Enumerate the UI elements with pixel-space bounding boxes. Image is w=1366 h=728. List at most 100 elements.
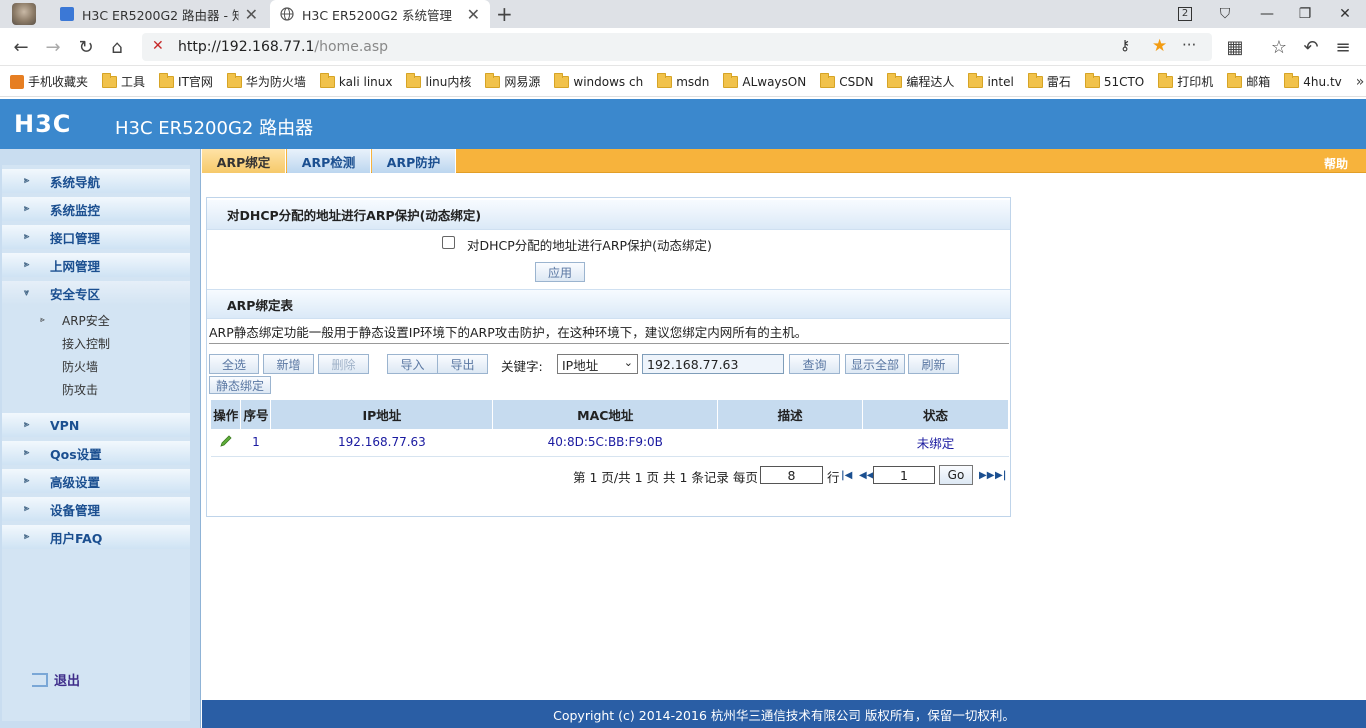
close-window-icon[interactable]: ✕	[1330, 0, 1360, 28]
per-page-input[interactable]: 8	[760, 466, 823, 484]
page-input[interactable]: 1	[873, 466, 935, 484]
shirt-icon[interactable]: ⛉	[1210, 0, 1240, 28]
star-icon[interactable]: ★	[1152, 36, 1167, 56]
bookmark-item[interactable]: 4hu.tv	[1284, 72, 1342, 89]
arrow-icon: ⪢	[24, 232, 30, 242]
bookmark-item[interactable]: kali linux	[319, 72, 392, 89]
arrow-icon: ⪢	[24, 532, 30, 542]
table-header-row: 操作 序号 IP地址 MAC地址 描述 状态	[211, 400, 1009, 429]
bookmark-item[interactable]: msdn	[657, 72, 710, 89]
logout-button[interactable]: 退出	[32, 670, 80, 689]
browser-tab-2[interactable]: H3C ER5200G2 系统管理 ✕	[270, 0, 490, 28]
reload-icon[interactable]: ↻	[73, 34, 99, 60]
folder-icon	[1227, 72, 1243, 88]
bookmark-item[interactable]: intel	[968, 72, 1014, 89]
bookmark-item[interactable]: IT官网	[159, 72, 213, 90]
forward-icon[interactable]: →	[40, 34, 66, 60]
bookmark-label: msdn	[676, 74, 710, 89]
favorites-icon[interactable]: ☆	[1266, 34, 1292, 60]
browser-tab-1[interactable]: H3C ER5200G2 路由器 - 知 ✕	[50, 0, 268, 28]
close-icon[interactable]: ✕	[467, 5, 480, 24]
undo-icon[interactable]: ↶	[1298, 34, 1324, 60]
bookmark-item[interactable]: 网易源	[485, 72, 540, 90]
sidebar-item-device[interactable]: ⪢ 设备管理	[2, 497, 190, 521]
static-bind-button[interactable]: 静态绑定	[209, 376, 271, 394]
bookmark-item[interactable]: 打印机	[1158, 72, 1213, 90]
export-button[interactable]: 导出	[437, 354, 488, 374]
sidebar-item-qos[interactable]: ⪢ Qos设置	[2, 441, 190, 465]
sidebar-item-monitor[interactable]: ⪢ 系统监控	[2, 197, 190, 221]
desc-cell	[717, 429, 863, 457]
tab-arp-bind[interactable]: ARP绑定	[202, 149, 286, 173]
sidebar-item-security[interactable]: ⩔ 安全专区	[2, 281, 190, 305]
last-page-icon[interactable]: ▶|	[995, 470, 1006, 481]
bookmark-item[interactable]: 手机收藏夹	[10, 73, 88, 90]
refresh-button[interactable]: 刷新	[908, 354, 959, 374]
tab-count-icon[interactable]: 2	[1170, 0, 1200, 28]
sidebar-item-vpn[interactable]: ⪢ VPN	[2, 413, 190, 437]
sidebar-item-advanced[interactable]: ⪢ 高级设置	[2, 469, 190, 493]
tab-arp-detect[interactable]: ARP检测	[287, 149, 371, 173]
keyword-select[interactable]: IP地址 ⌄	[557, 354, 638, 374]
back-icon[interactable]: ←	[8, 34, 34, 60]
sidebar-item-interface[interactable]: ⪢ 接口管理	[2, 225, 190, 249]
more-icon[interactable]: ···	[1182, 36, 1196, 54]
keyword-input[interactable]: 192.168.77.63	[642, 354, 784, 374]
sidebar-item-label: Qos设置	[50, 446, 102, 462]
home-icon[interactable]: ⌂	[104, 34, 130, 60]
bookmark-item[interactable]: windows ch	[554, 72, 643, 89]
profile-avatar[interactable]	[12, 3, 36, 25]
col-header: 序号	[240, 400, 272, 429]
query-button[interactable]: 查询	[789, 354, 840, 374]
bookmark-item[interactable]: 编程达人	[887, 72, 954, 90]
apply-button[interactable]: 应用	[535, 262, 585, 282]
help-link[interactable]: 帮助	[1324, 155, 1348, 172]
bookmark-item[interactable]: 华为防火墙	[226, 72, 306, 90]
bookmark-item[interactable]: ALwaysON	[723, 72, 806, 89]
sidebar-item-internet[interactable]: ⪢ 上网管理	[2, 253, 190, 277]
address-bar[interactable]: ✕ http://192.168.77.1/home.asp ⚷ ★ ···	[142, 33, 1212, 61]
bookmark-item[interactable]: linu内核	[406, 72, 471, 90]
not-secure-icon[interactable]: ✕	[152, 38, 164, 54]
dhcp-protect-checkbox[interactable]	[442, 236, 455, 249]
select-all-button[interactable]: 全选	[209, 354, 259, 374]
bookmarks-more-icon[interactable]: »	[1356, 74, 1365, 90]
show-all-button[interactable]: 显示全部	[845, 354, 905, 374]
sidebar-sub-label: ARP安全	[62, 313, 110, 328]
edit-pencil-icon[interactable]	[219, 434, 233, 451]
sidebar-item-nav[interactable]: ⪢ 系统导航	[2, 169, 190, 193]
delete-button[interactable]: 删除	[318, 354, 369, 374]
sidebar-sub-attack[interactable]: 防攻击	[2, 378, 190, 400]
sidebar-sub-arp[interactable]: ⪢ ARP安全	[2, 309, 190, 331]
h3c-logo: H3C	[14, 110, 72, 138]
close-icon[interactable]: ✕	[245, 5, 258, 24]
next-page-icon[interactable]: ▶▶	[979, 470, 994, 481]
folder-icon	[820, 72, 836, 88]
add-button[interactable]: 新增	[263, 354, 314, 374]
import-button[interactable]: 导入	[387, 354, 438, 374]
bookmark-label: 工具	[121, 75, 146, 89]
url-path: /home.asp	[314, 39, 389, 55]
sidebar-sub-firewall[interactable]: 防火墙	[2, 355, 190, 377]
maximize-icon[interactable]: ❐	[1290, 0, 1320, 28]
apps-grid-icon[interactable]: ▦	[1222, 34, 1248, 60]
sidebar-sub-access[interactable]: 接入控制	[2, 332, 190, 354]
first-page-icon[interactable]: |◀	[841, 470, 852, 481]
bookmark-item[interactable]: 雷石	[1027, 72, 1071, 90]
browser-tab-label: H3C ER5200G2 路由器 - 知	[82, 7, 239, 23]
new-tab-icon[interactable]: +	[496, 2, 513, 26]
menu-icon[interactable]: ≡	[1330, 34, 1356, 60]
bookmark-item[interactable]: 工具	[102, 72, 146, 90]
arrow-icon: ⪢	[40, 315, 45, 324]
sidebar-item-faq[interactable]: ⪢ 用户FAQ	[2, 525, 190, 549]
folder-icon	[102, 72, 118, 88]
bookmark-item[interactable]: 51CTO	[1084, 72, 1144, 89]
minimize-icon[interactable]: —	[1252, 0, 1282, 28]
go-button[interactable]: Go	[939, 465, 973, 485]
folder-icon	[226, 72, 242, 88]
key-icon[interactable]: ⚷	[1120, 38, 1130, 54]
bookmark-item[interactable]: 邮箱	[1227, 72, 1270, 90]
bookmark-item[interactable]: CSDN	[820, 72, 873, 89]
tab-arp-protect[interactable]: ARP防护	[372, 149, 456, 173]
bookmark-label: 手机收藏夹	[28, 75, 89, 89]
